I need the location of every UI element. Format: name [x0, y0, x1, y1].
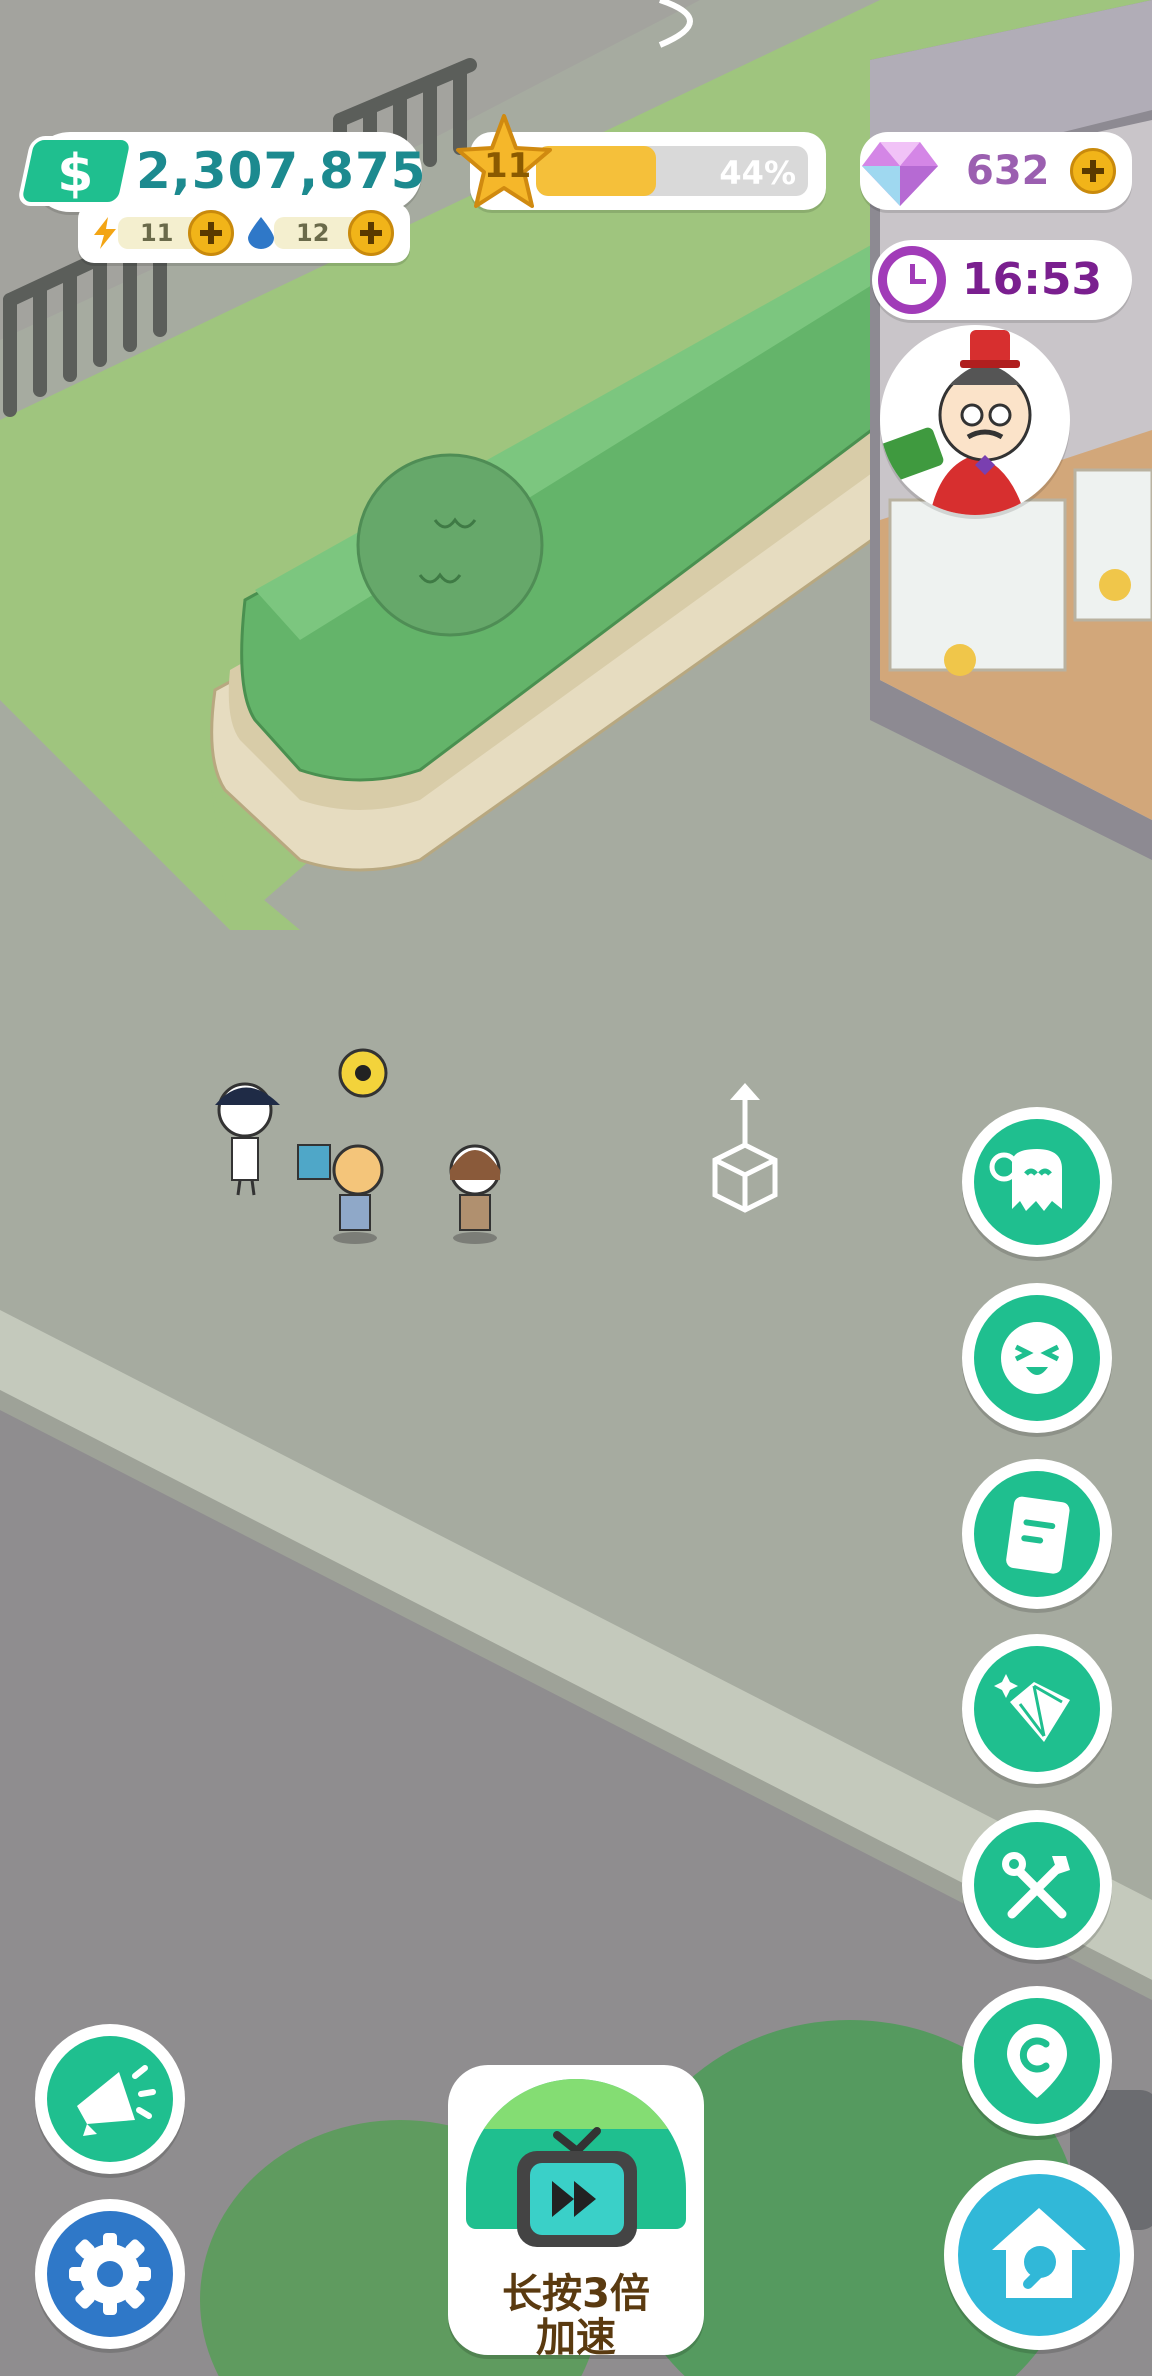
level-number: 11	[484, 146, 532, 186]
advisor-bubble-button[interactable]	[880, 325, 1070, 515]
water-plus-button[interactable]	[348, 210, 394, 256]
level-progress-label: 44%	[719, 154, 796, 192]
emoji-button[interactable]	[962, 1283, 1112, 1433]
tools-icon	[1002, 1852, 1070, 1919]
settings-button[interactable]	[35, 2199, 185, 2349]
advisor-character-icon	[880, 330, 1032, 515]
cash-amount: 2,307,875	[136, 142, 427, 200]
cash-icon: $	[16, 136, 136, 206]
notes-button[interactable]	[962, 1459, 1112, 1609]
gems-panel[interactable]: 632	[860, 132, 1132, 210]
speed-up-label-line2: 加速	[536, 2315, 616, 2361]
energy-plus-button[interactable]	[188, 210, 234, 256]
resource-panel: 11 12	[78, 203, 410, 263]
energy-count: 11	[140, 219, 174, 247]
gem-shop-icon	[994, 1674, 1070, 1742]
cash-panel[interactable]: $ 2,307,875	[16, 132, 426, 212]
clock-icon	[878, 246, 946, 314]
water-drop-icon	[248, 217, 274, 253]
home-repair-button[interactable]	[944, 2160, 1134, 2350]
announcement-button[interactable]	[35, 2024, 185, 2174]
coin-location-button[interactable]	[962, 1986, 1112, 2136]
settings-gear-icon	[69, 2233, 151, 2315]
chat-ghost-icon	[989, 1149, 1062, 1211]
tv-fast-forward-icon	[517, 2127, 637, 2247]
gem-shop-button[interactable]	[962, 1634, 1112, 1784]
megaphone-icon	[77, 2065, 156, 2136]
smiley-icon	[1001, 1322, 1073, 1394]
gems-plus-button[interactable]	[1070, 148, 1116, 194]
energy-icon	[92, 217, 118, 249]
coin-location-icon	[1007, 2024, 1067, 2098]
speed-up-button[interactable]: 长按3倍 加速	[448, 2065, 704, 2361]
timer-text: 16:53	[962, 254, 1103, 305]
home-repair-icon	[992, 2208, 1086, 2298]
gem-icon	[860, 136, 940, 212]
water-count: 12	[296, 219, 330, 247]
gems-count: 632	[966, 148, 1050, 194]
timer-panel: 16:53	[872, 240, 1132, 320]
notes-icon	[1006, 1496, 1070, 1574]
tools-button[interactable]	[962, 1810, 1112, 1960]
chat-button[interactable]	[962, 1107, 1112, 1257]
